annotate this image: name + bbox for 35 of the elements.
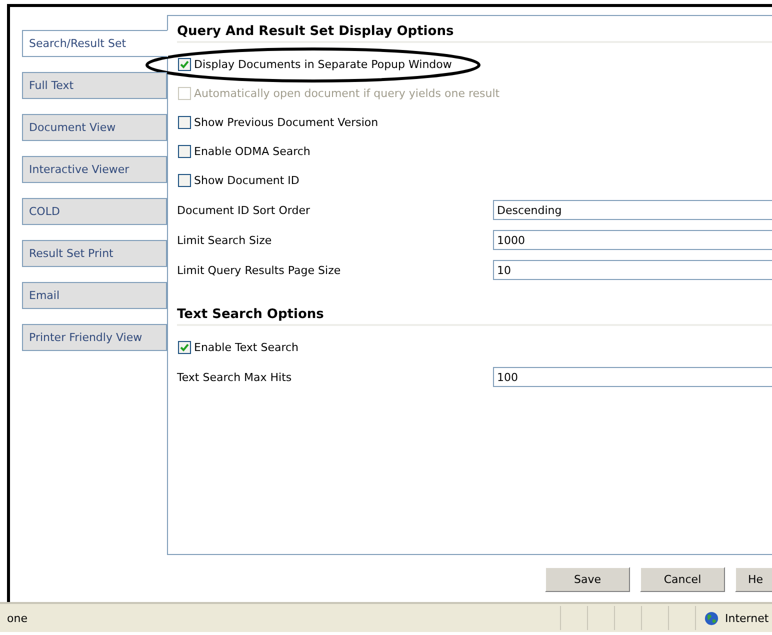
input-field[interactable]: 1000 bbox=[493, 230, 772, 250]
field-label: Limit Search Size bbox=[177, 234, 273, 246]
input-field[interactable]: 100 bbox=[493, 367, 772, 387]
field-label: Document ID Sort Order bbox=[177, 204, 311, 216]
field-label: Limit Query Results Page Size bbox=[177, 264, 342, 276]
field-label: Text Search Max Hits bbox=[177, 370, 293, 384]
checkbox-label: Automatically open document if query yields one result bbox=[194, 87, 500, 100]
checkbox[interactable] bbox=[178, 174, 191, 187]
settings-tab[interactable]: COLD bbox=[22, 198, 167, 225]
checkbox-label: Enable ODMA Search bbox=[194, 145, 310, 158]
checkbox[interactable] bbox=[178, 116, 191, 129]
checkbox-label: Display Documents in Separate Popup Window bbox=[194, 58, 452, 71]
settings-tab[interactable]: Interactive Viewer bbox=[22, 156, 167, 183]
input-field[interactable]: Descending bbox=[493, 200, 772, 220]
checkbox-label: Enable Text Search bbox=[194, 341, 298, 354]
checkbox[interactable] bbox=[178, 58, 191, 71]
settings-tab[interactable]: Search/Result Set bbox=[22, 30, 168, 57]
settings-tab[interactable]: Printer Friendly View bbox=[22, 324, 167, 351]
globe-icon bbox=[704, 610, 719, 626]
dialog-button[interactable]: He bbox=[735, 567, 772, 592]
zone-label: Internet bbox=[725, 612, 769, 624]
checkbox[interactable] bbox=[178, 145, 191, 158]
dialog-button[interactable]: Save bbox=[545, 567, 630, 592]
checkbox-label: Show Document ID bbox=[194, 174, 300, 187]
settings-tab[interactable]: Email bbox=[22, 282, 167, 309]
settings-tab[interactable]: Full Text bbox=[22, 72, 167, 99]
settings-tab[interactable]: Document View bbox=[22, 114, 167, 141]
section-heading: Query And Result Set Display Options bbox=[177, 24, 772, 43]
input-field[interactable]: 10 bbox=[493, 260, 772, 280]
dialog-button[interactable]: Cancel bbox=[640, 567, 725, 592]
checkbox[interactable] bbox=[178, 341, 191, 354]
checkbox-label: Show Previous Document Version bbox=[194, 116, 378, 129]
section-heading: Text Search Options bbox=[177, 307, 772, 326]
settings-tab[interactable]: Result Set Print bbox=[22, 240, 167, 267]
status-text: one bbox=[6, 612, 28, 624]
